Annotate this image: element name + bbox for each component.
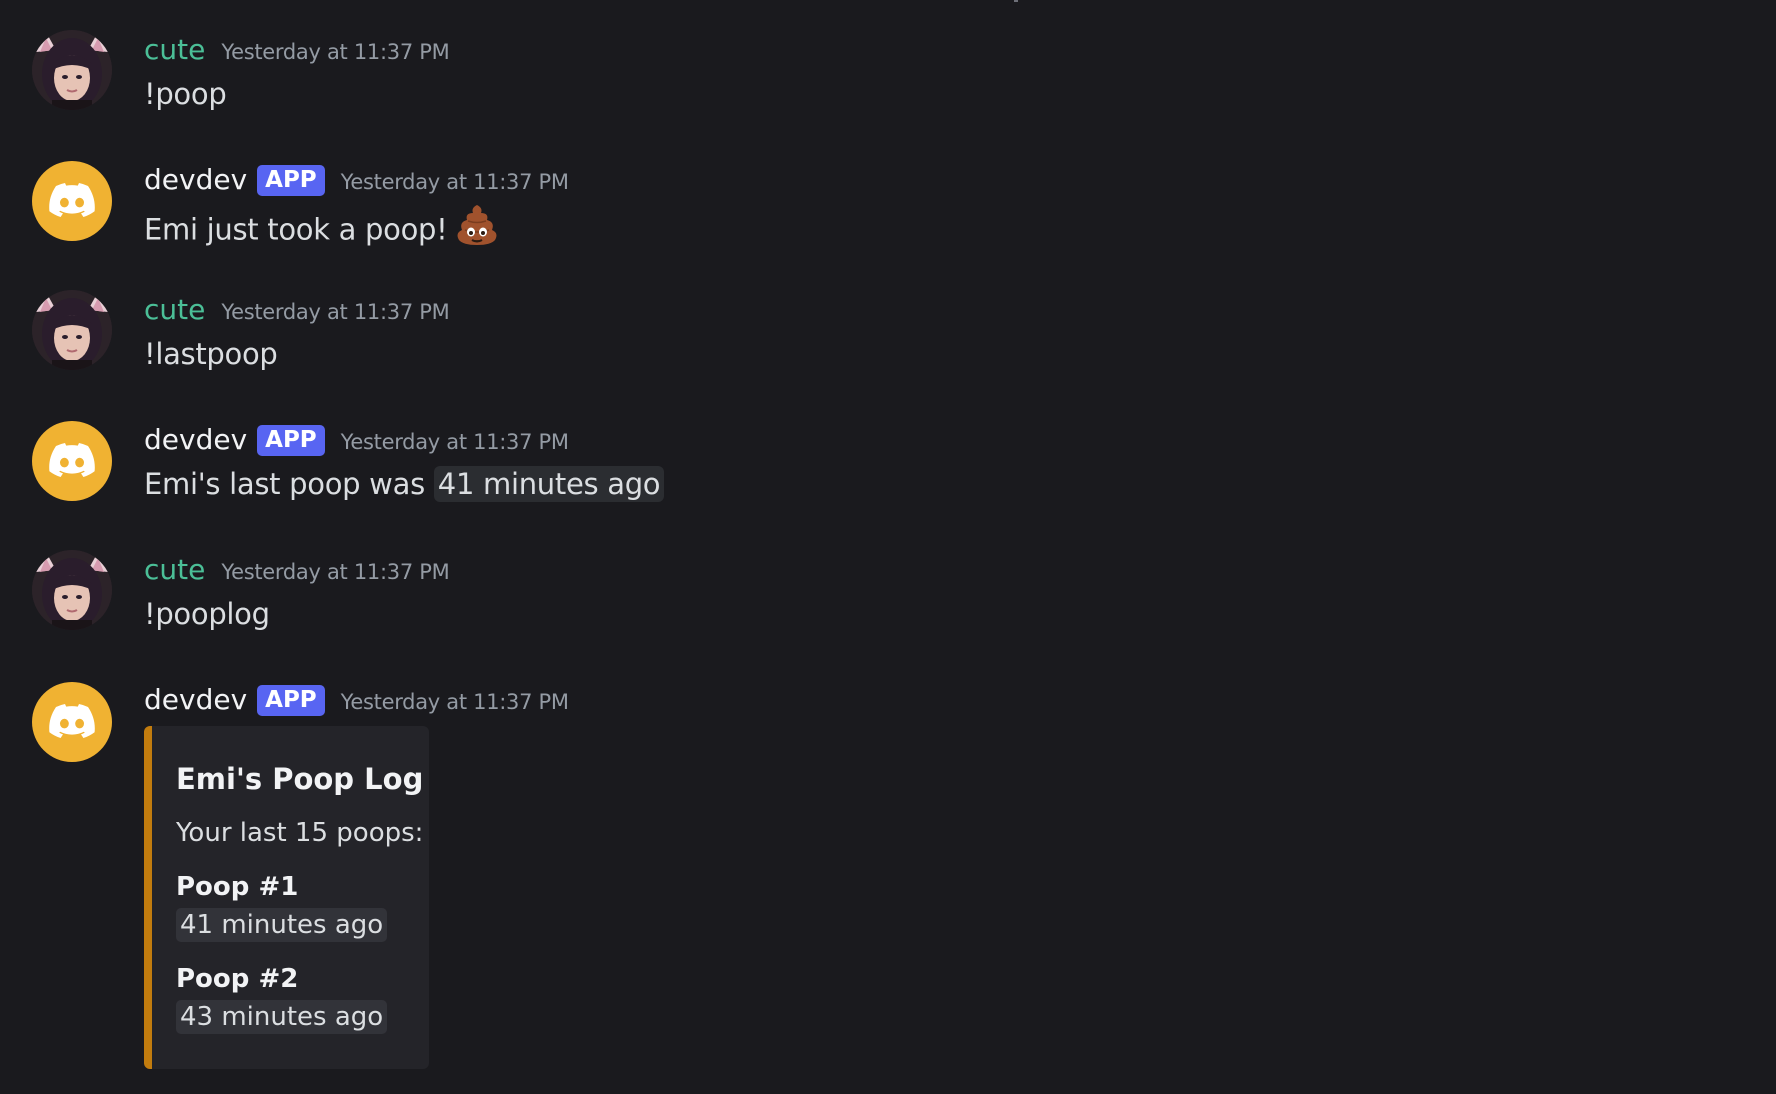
avatar[interactable]: [32, 682, 112, 762]
timestamp: Yesterday at 11:37 PM: [221, 300, 450, 324]
username[interactable]: devdev: [144, 162, 247, 198]
user-avatar-icon: [32, 550, 112, 630]
embed-description: Your last 15 poops:: [176, 818, 424, 848]
message-header: cute Yesterday at 11:37 PM: [144, 292, 450, 328]
username[interactable]: cute: [144, 552, 205, 588]
message-content: Emi just took a poop!: [144, 205, 499, 258]
chat-message-list: cute Yesterday at 11:37 PM !poop devdev …: [0, 0, 1776, 1094]
relative-timestamp[interactable]: 41 minutes ago: [433, 466, 665, 502]
message-text: Emi's last poop was: [144, 467, 434, 501]
user-avatar-icon: [32, 30, 112, 110]
avatar[interactable]: [32, 30, 112, 110]
avatar[interactable]: [32, 161, 112, 241]
embed-field-value[interactable]: 41 minutes ago: [176, 908, 388, 942]
app-badge: APP: [257, 685, 325, 716]
divider: [1014, 0, 1018, 2]
username[interactable]: devdev: [144, 682, 247, 718]
timestamp: Yesterday at 11:37 PM: [340, 170, 569, 194]
avatar[interactable]: [32, 421, 112, 501]
timestamp: Yesterday at 11:37 PM: [221, 560, 450, 584]
user-avatar-icon: [32, 290, 112, 370]
app-badge: APP: [257, 425, 325, 456]
message-header: cute Yesterday at 11:37 PM: [144, 552, 450, 588]
embed-field-name: Poop #1: [176, 872, 299, 902]
timestamp: Yesterday at 11:37 PM: [340, 430, 569, 454]
username[interactable]: cute: [144, 292, 205, 328]
message-text: !poop: [144, 77, 227, 111]
discord-logo-icon: [49, 443, 95, 477]
discord-logo-icon: [49, 704, 95, 738]
message-header: devdev APP Yesterday at 11:37 PM: [144, 162, 569, 198]
username[interactable]: devdev: [144, 422, 247, 458]
poop-emoji-icon[interactable]: [455, 202, 499, 255]
message-text: Emi just took a poop!: [144, 212, 448, 247]
embed-field-value[interactable]: 43 minutes ago: [176, 1000, 388, 1034]
message-text: !lastpoop: [144, 337, 278, 371]
message-content: Emi's last poop was 41 minutes ago: [144, 465, 665, 503]
poop-log-embed: Emi's Poop Log Your last 15 poops: Poop …: [144, 726, 429, 1069]
username[interactable]: cute: [144, 32, 205, 68]
avatar[interactable]: [32, 550, 112, 630]
timestamp: Yesterday at 11:37 PM: [340, 690, 569, 714]
avatar[interactable]: [32, 290, 112, 370]
timestamp: Yesterday at 11:37 PM: [221, 40, 450, 64]
message-header: cute Yesterday at 11:37 PM: [144, 32, 450, 68]
embed-title: Emi's Poop Log: [176, 762, 424, 796]
message-header: devdev APP Yesterday at 11:37 PM: [144, 422, 569, 458]
message-text: !pooplog: [144, 597, 270, 631]
discord-logo-icon: [49, 183, 95, 217]
app-badge: APP: [257, 165, 325, 196]
message-header: devdev APP Yesterday at 11:37 PM: [144, 682, 569, 718]
embed-field-name: Poop #2: [176, 964, 299, 994]
